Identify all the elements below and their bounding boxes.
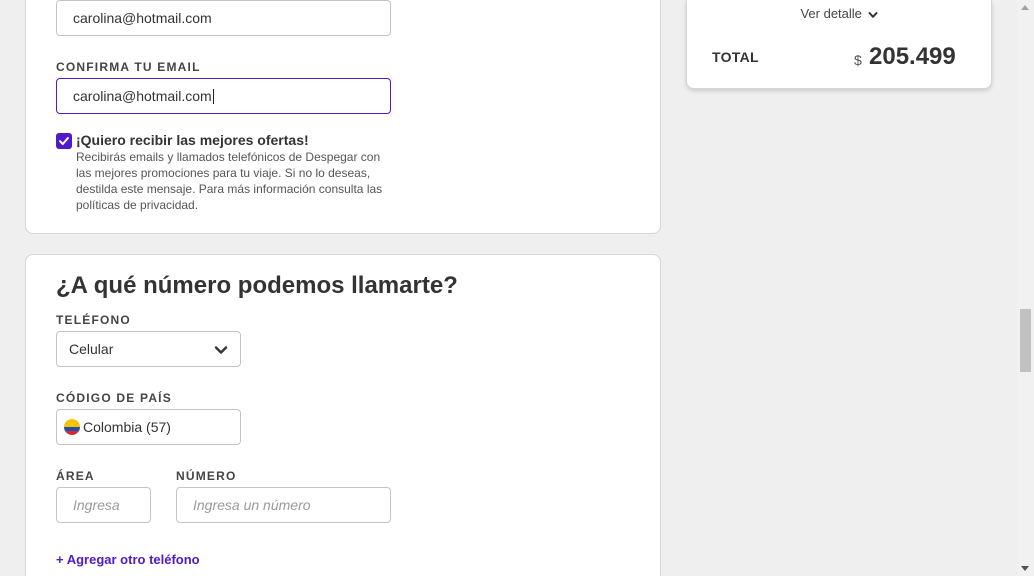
text-caret	[212, 88, 214, 104]
offers-checkbox[interactable]	[56, 133, 72, 149]
confirm-email-input[interactable]: carolina@hotmail.com	[56, 78, 391, 114]
add-phone-link[interactable]: + Agregar otro teléfono	[56, 552, 200, 567]
view-detail-link[interactable]: Ver detalle	[686, 6, 992, 21]
colombia-flag-icon	[64, 419, 80, 435]
number-label: NÚMERO	[176, 469, 237, 483]
scroll-down-arrow[interactable]	[1021, 566, 1029, 571]
confirm-email-value: carolina@hotmail.com	[73, 88, 212, 104]
total-amount: 205.499	[869, 43, 956, 70]
email-input[interactable]: carolina@hotmail.com	[56, 0, 391, 36]
email-input-value: carolina@hotmail.com	[73, 10, 212, 26]
chevron-down-icon	[868, 11, 878, 18]
total-label: TOTAL	[712, 49, 759, 65]
offers-title: ¡Quiero recibir las mejores ofertas!	[76, 132, 309, 148]
check-icon	[59, 137, 69, 145]
confirm-email-label: CONFIRMA TU EMAIL	[56, 60, 201, 74]
country-code-label: CÓDIGO DE PAÍS	[56, 391, 172, 405]
country-code-input[interactable]: Colombia (57)	[56, 409, 241, 445]
country-code-value: Colombia (57)	[83, 419, 171, 435]
area-placeholder: Ingresa	[73, 497, 120, 513]
phone-section-title: ¿A qué número podemos llamarte?	[56, 272, 458, 299]
scroll-up-arrow[interactable]	[1021, 5, 1029, 10]
scrollbar-thumb[interactable]	[1020, 309, 1031, 372]
number-placeholder: Ingresa un número	[193, 497, 311, 513]
area-input[interactable]: Ingresa	[56, 487, 151, 523]
phone-label: TELÉFONO	[56, 313, 131, 327]
page-scrollbar[interactable]	[1017, 0, 1034, 576]
number-input[interactable]: Ingresa un número	[176, 487, 391, 523]
total-currency: $	[854, 52, 862, 68]
chevron-down-icon	[214, 346, 228, 354]
phone-type-select[interactable]: Celular	[56, 331, 241, 367]
phone-type-value: Celular	[69, 341, 114, 357]
area-label: ÁREA	[56, 469, 95, 483]
offers-text: Recibirás emails y llamados telefónicos …	[76, 150, 383, 212]
view-detail-label: Ver detalle	[800, 6, 862, 21]
